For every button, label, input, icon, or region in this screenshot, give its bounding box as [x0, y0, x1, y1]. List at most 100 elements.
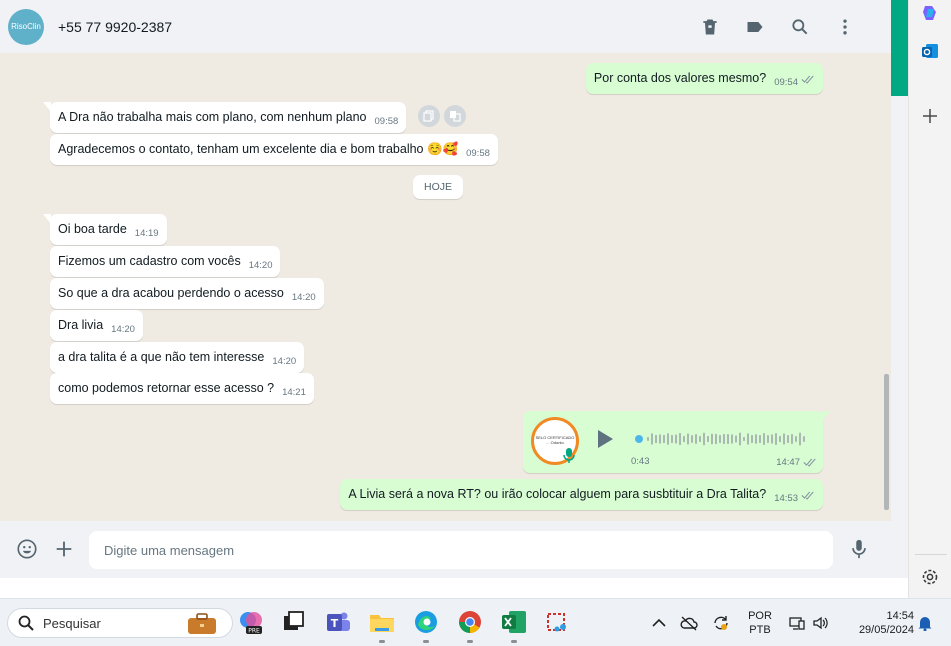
- message-incoming[interactable]: Dra livia 14:20: [50, 310, 143, 341]
- message-text: como podemos retornar esse acesso ?: [58, 381, 275, 395]
- message-text: So que a dra acabou perdendo o acesso: [58, 286, 284, 300]
- excel-icon[interactable]: [501, 609, 527, 635]
- message-incoming[interactable]: Agradecemos o contato, tenham um excelen…: [50, 134, 498, 165]
- windows-taskbar: Pesquisar PRE T POR PTB 14:54 29/05/2024: [0, 598, 951, 646]
- microphone-icon[interactable]: [848, 538, 870, 560]
- message-time: 14:47: [776, 457, 800, 468]
- waveform-bar: [803, 436, 805, 442]
- svg-text:PRE: PRE: [248, 628, 260, 635]
- waveform-bar: [795, 436, 797, 442]
- chat-header: RisoClin +55 77 9920-2387: [0, 0, 891, 53]
- message-time: 14:53: [774, 493, 798, 504]
- keyboard-layout: PTB: [749, 624, 771, 636]
- waveform-bar: [747, 433, 749, 445]
- waveform-bar: [759, 434, 761, 444]
- copy-icon[interactable]: [418, 105, 440, 127]
- scrollbar-thumb[interactable]: [884, 374, 889, 510]
- waveform-bar: [675, 434, 677, 444]
- waveform-bar: [719, 434, 721, 444]
- chevron-up-icon[interactable]: [650, 615, 668, 631]
- chrome-icon[interactable]: [457, 609, 483, 635]
- window-edge: [891, 96, 908, 578]
- play-icon[interactable]: [595, 428, 615, 450]
- search-icon[interactable]: [777, 7, 822, 47]
- header-actions: [687, 0, 867, 53]
- playback-position-dot[interactable]: [635, 435, 643, 443]
- clock[interactable]: 14:54 29/05/2024: [842, 609, 914, 637]
- copilot-icon[interactable]: [920, 3, 940, 23]
- emoji-icon[interactable]: [16, 538, 38, 560]
- onedrive-offline-icon[interactable]: [680, 615, 698, 631]
- message-time: 09:54: [774, 77, 798, 88]
- waveform-bar: [711, 433, 713, 445]
- audio-duration: 0:43: [631, 456, 650, 467]
- more-icon[interactable]: [822, 7, 867, 47]
- waveform-bar: [767, 434, 769, 444]
- chat-scrollbar[interactable]: [884, 58, 889, 518]
- contact-name[interactable]: +55 77 9920-2387: [58, 19, 172, 35]
- message-time: 14:20: [248, 260, 273, 271]
- waveform-bar: [739, 432, 741, 446]
- taskbar-search[interactable]: Pesquisar: [7, 608, 233, 638]
- message-incoming[interactable]: como podemos retornar esse acesso ? 14:21: [50, 373, 314, 404]
- waveform-bar: [751, 434, 753, 444]
- message-outgoing[interactable]: A Livia será a nova RT? ou irão colocar …: [340, 479, 823, 510]
- waveform-bar: [787, 434, 789, 444]
- chat-area: Por conta dos valores mesmo? 09:54 A Dra …: [0, 53, 891, 521]
- language-indicator[interactable]: POR PTB: [745, 609, 775, 637]
- waveform-bar: [775, 432, 777, 446]
- network-icon[interactable]: [788, 615, 806, 631]
- clock-date: 29/05/2024: [858, 624, 914, 636]
- outlook-icon[interactable]: [920, 41, 940, 61]
- notification-bell-icon[interactable]: [916, 615, 934, 631]
- waveform-bar: [723, 433, 725, 445]
- edge-icon[interactable]: [413, 609, 439, 635]
- message-input[interactable]: [89, 531, 833, 569]
- settings-gear-icon[interactable]: [920, 567, 940, 587]
- composer-bar: [0, 521, 891, 578]
- audio-time: 14:47: [776, 455, 817, 468]
- waveform-bar: [783, 433, 785, 445]
- waveform-bar: [691, 435, 693, 443]
- mic-icon: [563, 448, 575, 463]
- waveform-bar: [655, 434, 657, 444]
- message-incoming[interactable]: So que a dra acabou perdendo o acesso 14:…: [50, 278, 324, 309]
- teams-icon[interactable]: T: [325, 609, 351, 635]
- message-incoming[interactable]: Fizemos um cadastro com vocês 14:20: [50, 246, 281, 277]
- message-time: 14:20: [272, 356, 297, 367]
- message-hover-actions: [418, 105, 466, 127]
- message-text: Fizemos um cadastro com vocês: [58, 254, 241, 268]
- waveform-bar: [799, 432, 801, 446]
- audio-message[interactable]: SELO CERTIFICADO ... Odonto 0:43 14:47: [523, 411, 830, 473]
- add-icon[interactable]: [920, 106, 940, 126]
- contact-avatar[interactable]: RisoClin: [8, 8, 44, 45]
- task-view-icon[interactable]: [281, 609, 307, 635]
- copilot-pre-icon[interactable]: PRE: [238, 609, 264, 635]
- message-incoming[interactable]: a dra talita é a que não tem interesse 14…: [50, 342, 305, 373]
- message-time: 09:58: [374, 116, 399, 127]
- message-incoming[interactable]: A Dra não trabalha mais com plano, com n…: [43, 102, 407, 133]
- waveform-bar: [771, 434, 773, 444]
- attach-plus-icon[interactable]: [53, 538, 75, 560]
- file-explorer-icon[interactable]: [369, 609, 395, 635]
- translate-icon[interactable]: [444, 105, 466, 127]
- search-icon: [18, 615, 34, 631]
- running-indicator: [423, 640, 429, 643]
- waveform-bar: [703, 432, 705, 446]
- sidebar-divider: [915, 554, 947, 555]
- waveform-bar: [695, 434, 697, 444]
- sync-icon[interactable]: [712, 615, 730, 631]
- label-icon[interactable]: [732, 7, 777, 47]
- waveform-bar: [735, 435, 737, 443]
- waveform-bar: [647, 437, 649, 441]
- snipping-tool-icon[interactable]: [545, 609, 571, 635]
- audio-waveform[interactable]: [635, 431, 807, 447]
- trash-icon[interactable]: [687, 7, 732, 47]
- waveform-bar: [743, 436, 745, 442]
- message-outgoing[interactable]: Por conta dos valores mesmo? 09:54: [585, 63, 823, 94]
- waveform-bar: [687, 433, 689, 445]
- message-incoming[interactable]: Oi boa tarde 14:19: [43, 214, 167, 245]
- window-accent-strip: [891, 0, 908, 96]
- running-indicator: [379, 640, 385, 643]
- volume-icon[interactable]: [812, 615, 830, 631]
